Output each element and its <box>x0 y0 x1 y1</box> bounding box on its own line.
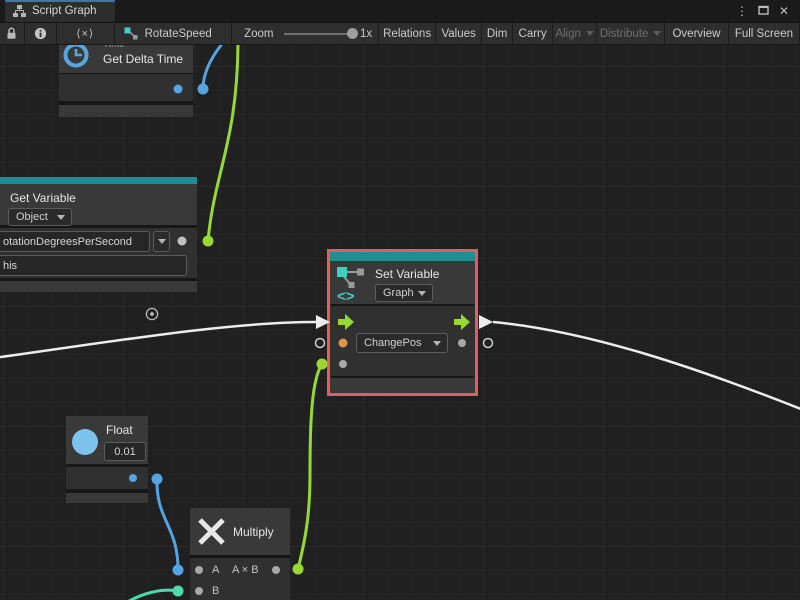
node-ports <box>59 74 193 101</box>
unity-script-graph-window: Script Graph ⋮ ✕ ⟨×⟩ <box>0 0 800 600</box>
lock-button[interactable] <box>0 23 25 44</box>
graph-name: RotateSpeed <box>145 28 212 40</box>
node-float[interactable]: Float 0.01 <box>66 416 148 503</box>
relations-button[interactable]: Relations <box>379 23 436 44</box>
info-icon <box>34 27 47 40</box>
window-controls: ⋮ ✕ <box>735 0 800 22</box>
wire-endpoint-blue[interactable] <box>152 474 163 485</box>
values-button[interactable]: Values <box>436 23 482 44</box>
node-header[interactable]: Multiply <box>190 508 290 555</box>
graph-canvas[interactable]: Time Get Delta Time Get Variable Object … <box>0 45 800 600</box>
zoom-control: Zoom 1x <box>232 23 379 44</box>
script-graph-icon <box>13 5 26 17</box>
wire-endpoint-blue[interactable] <box>173 565 184 576</box>
node-footer <box>59 105 193 117</box>
tab-bar: Script Graph ⋮ ✕ <box>0 0 800 22</box>
svg-text:<>: <> <box>337 288 355 303</box>
variable-scope-dropdown[interactable]: Object <box>8 208 72 226</box>
code-preview-button[interactable]: ⟨×⟩ <box>57 23 115 44</box>
graph-toolbar: ⟨×⟩ RotateSpeed Zoom 1x Relations Values… <box>0 22 800 45</box>
variable-name-field[interactable]: otationDegreesPerSecond <box>0 231 150 252</box>
object-picker-icon[interactable] <box>145 307 159 321</box>
align-button: Align <box>553 23 597 44</box>
node-header[interactable]: Float 0.01 <box>66 416 148 464</box>
node-header[interactable]: Time Get Delta Time <box>59 45 193 73</box>
node-footer <box>0 281 197 292</box>
port-label-result: A × B <box>232 564 259 576</box>
node-get-delta-time[interactable]: Time Get Delta Time <box>59 45 193 117</box>
node-ports: otationDegreesPerSecond his <box>0 228 197 278</box>
port-label-b: B <box>212 585 219 597</box>
wire-endpoint-green[interactable] <box>317 359 328 370</box>
wire-flow-in[interactable] <box>0 322 316 358</box>
kebab-menu-icon[interactable]: ⋮ <box>735 5 749 17</box>
node-footer <box>330 378 475 393</box>
node-category: Time <box>103 45 125 50</box>
float-value-field[interactable]: 0.01 <box>104 442 146 461</box>
chevron-down-icon <box>418 291 426 296</box>
carry-button[interactable]: Carry <box>513 23 553 44</box>
node-accent-stripe <box>0 177 197 184</box>
wire-endpoint-blue[interactable] <box>198 84 209 95</box>
wire-endpoint-teal[interactable] <box>173 586 184 597</box>
node-ports <box>66 467 148 489</box>
unconnected-ring[interactable] <box>484 339 493 348</box>
node-ports: A A × B B <box>190 558 290 600</box>
node-ports: ChangePos <box>330 306 475 376</box>
wire-delta-time-out[interactable] <box>203 45 226 89</box>
target-object-field[interactable]: his <box>0 255 187 276</box>
node-header[interactable]: <> Set Variable Graph <box>330 261 475 304</box>
node-footer <box>66 493 148 503</box>
flow-arrowhead-out <box>479 315 493 329</box>
chevron-down-icon <box>586 31 594 36</box>
chevron-down-icon <box>57 215 65 220</box>
unconnected-ring[interactable] <box>316 339 325 348</box>
lock-icon <box>6 27 17 40</box>
node-title: Get Delta Time <box>103 52 183 66</box>
chevron-down-icon <box>653 31 661 36</box>
info-button[interactable] <box>25 23 57 44</box>
chevron-down-icon <box>158 239 166 244</box>
chevron-down-icon <box>433 341 441 346</box>
wire-float-to-multiply-a[interactable] <box>157 479 178 570</box>
node-get-variable[interactable]: Get Variable Object otationDegreesPerSec… <box>0 177 197 292</box>
node-multiply[interactable]: Multiply A A × B B <box>190 508 290 600</box>
zoom-label: Zoom <box>244 28 273 40</box>
wire-multiply-to-set-variable[interactable] <box>298 364 322 569</box>
wire-flow-out[interactable] <box>493 322 800 411</box>
zoom-slider[interactable] <box>284 33 354 35</box>
node-title: Get Variable <box>10 191 76 205</box>
maximize-icon[interactable] <box>756 5 770 17</box>
node-title: Set Variable <box>375 267 439 281</box>
node-set-variable-selected[interactable]: <> Set Variable Graph ChangePos <box>327 249 478 396</box>
variable-name-dropdown-button[interactable] <box>153 231 170 252</box>
distribute-button: Distribute <box>597 23 665 44</box>
code-icon: ⟨×⟩ <box>76 27 94 40</box>
set-variable-icon: <> <box>336 265 370 303</box>
variable-name-dropdown[interactable]: ChangePos <box>356 333 448 353</box>
node-accent-stripe <box>330 252 475 261</box>
clock-icon <box>62 45 90 69</box>
wire-endpoint-green[interactable] <box>203 236 214 247</box>
wire-to-multiply-b[interactable] <box>124 590 178 600</box>
wire-endpoint-green[interactable] <box>293 564 304 575</box>
tab-script-graph[interactable]: Script Graph <box>5 0 115 22</box>
node-header[interactable]: Get Variable Object <box>0 184 197 225</box>
node-title: Multiply <box>233 525 274 539</box>
graph-asset-icon <box>124 27 138 41</box>
dim-button[interactable]: Dim <box>482 23 513 44</box>
zoom-slider-knob[interactable] <box>347 28 358 39</box>
node-title: Float <box>106 423 133 437</box>
zoom-value: 1x <box>360 28 372 40</box>
close-icon[interactable]: ✕ <box>777 5 791 17</box>
float-icon <box>72 429 98 455</box>
multiply-icon <box>196 517 227 547</box>
graph-asset-breadcrumb[interactable]: RotateSpeed <box>115 23 232 44</box>
tab-title: Script Graph <box>32 5 97 17</box>
overview-button[interactable]: Overview <box>665 23 729 44</box>
variable-scope-dropdown[interactable]: Graph <box>375 284 433 302</box>
port-label-a: A <box>212 564 219 576</box>
wire-get-variable-out[interactable] <box>208 45 238 241</box>
full-screen-button[interactable]: Full Screen <box>729 23 800 44</box>
